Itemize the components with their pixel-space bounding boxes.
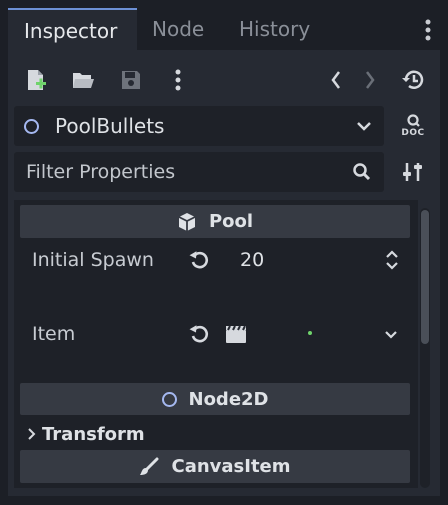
tab-node-label: Node [152, 17, 205, 41]
section-canvasitem[interactable]: CanvasItem [20, 450, 410, 483]
transform-group[interactable]: Transform [26, 421, 145, 447]
preview-dot-icon [308, 331, 312, 335]
filter-input[interactable] [24, 160, 352, 184]
spin-arrows-icon[interactable] [384, 249, 400, 271]
node2d-circle-icon [161, 391, 177, 407]
doc-label: DOC [401, 128, 425, 138]
more-vertical-icon[interactable] [168, 66, 188, 94]
section-node2d[interactable]: Node2D [20, 383, 410, 415]
save-icon[interactable] [116, 66, 146, 94]
section-node2d-label: Node2D [188, 388, 269, 410]
cube-icon [177, 212, 197, 232]
revert-icon[interactable] [186, 246, 214, 274]
item-label: Item [32, 323, 76, 345]
scrollbar[interactable] [420, 208, 430, 488]
node-circle-icon [24, 118, 39, 134]
initial-spawn-label: Initial Spawn [32, 249, 154, 271]
history-icon[interactable] [398, 66, 428, 94]
tab-inspector[interactable]: Inspector [8, 8, 137, 50]
tab-inspector-label: Inspector [24, 19, 118, 43]
node-name: PoolBullets [55, 114, 165, 138]
chevron-right-icon [26, 427, 36, 441]
open-folder-icon[interactable] [68, 66, 98, 94]
item-dropdown-icon[interactable] [378, 322, 404, 348]
item-resource-preview[interactable] [263, 287, 357, 381]
doc-magnifier-icon [407, 114, 420, 127]
scrollbar-thumb[interactable] [421, 210, 429, 344]
node-selector[interactable]: PoolBullets [14, 106, 384, 146]
tab-menu-icon[interactable] [416, 16, 440, 44]
section-pool[interactable]: Pool [20, 205, 410, 238]
filter-properties [14, 152, 384, 192]
item-revert-icon[interactable] [186, 320, 214, 348]
forward-arrow-icon[interactable] [358, 66, 382, 94]
tab-history[interactable]: History [239, 8, 329, 50]
new-resource-icon[interactable] [22, 66, 50, 94]
brush-icon [139, 457, 159, 477]
doc-button[interactable]: DOC [396, 110, 430, 142]
filter-settings-icon[interactable] [398, 158, 428, 186]
initial-spawn-value: 20 [240, 249, 265, 271]
section-pool-label: Pool [208, 211, 254, 232]
packed-scene-icon [222, 320, 250, 348]
tab-node[interactable]: Node [152, 8, 222, 50]
chevron-down-icon [356, 117, 372, 136]
section-canvasitem-label: CanvasItem [171, 456, 291, 477]
tab-history-label: History [239, 17, 311, 41]
search-icon [352, 162, 372, 182]
initial-spawn-spinbox[interactable]: 20 [226, 242, 410, 278]
back-arrow-icon[interactable] [324, 66, 348, 94]
transform-label: Transform [42, 423, 145, 445]
